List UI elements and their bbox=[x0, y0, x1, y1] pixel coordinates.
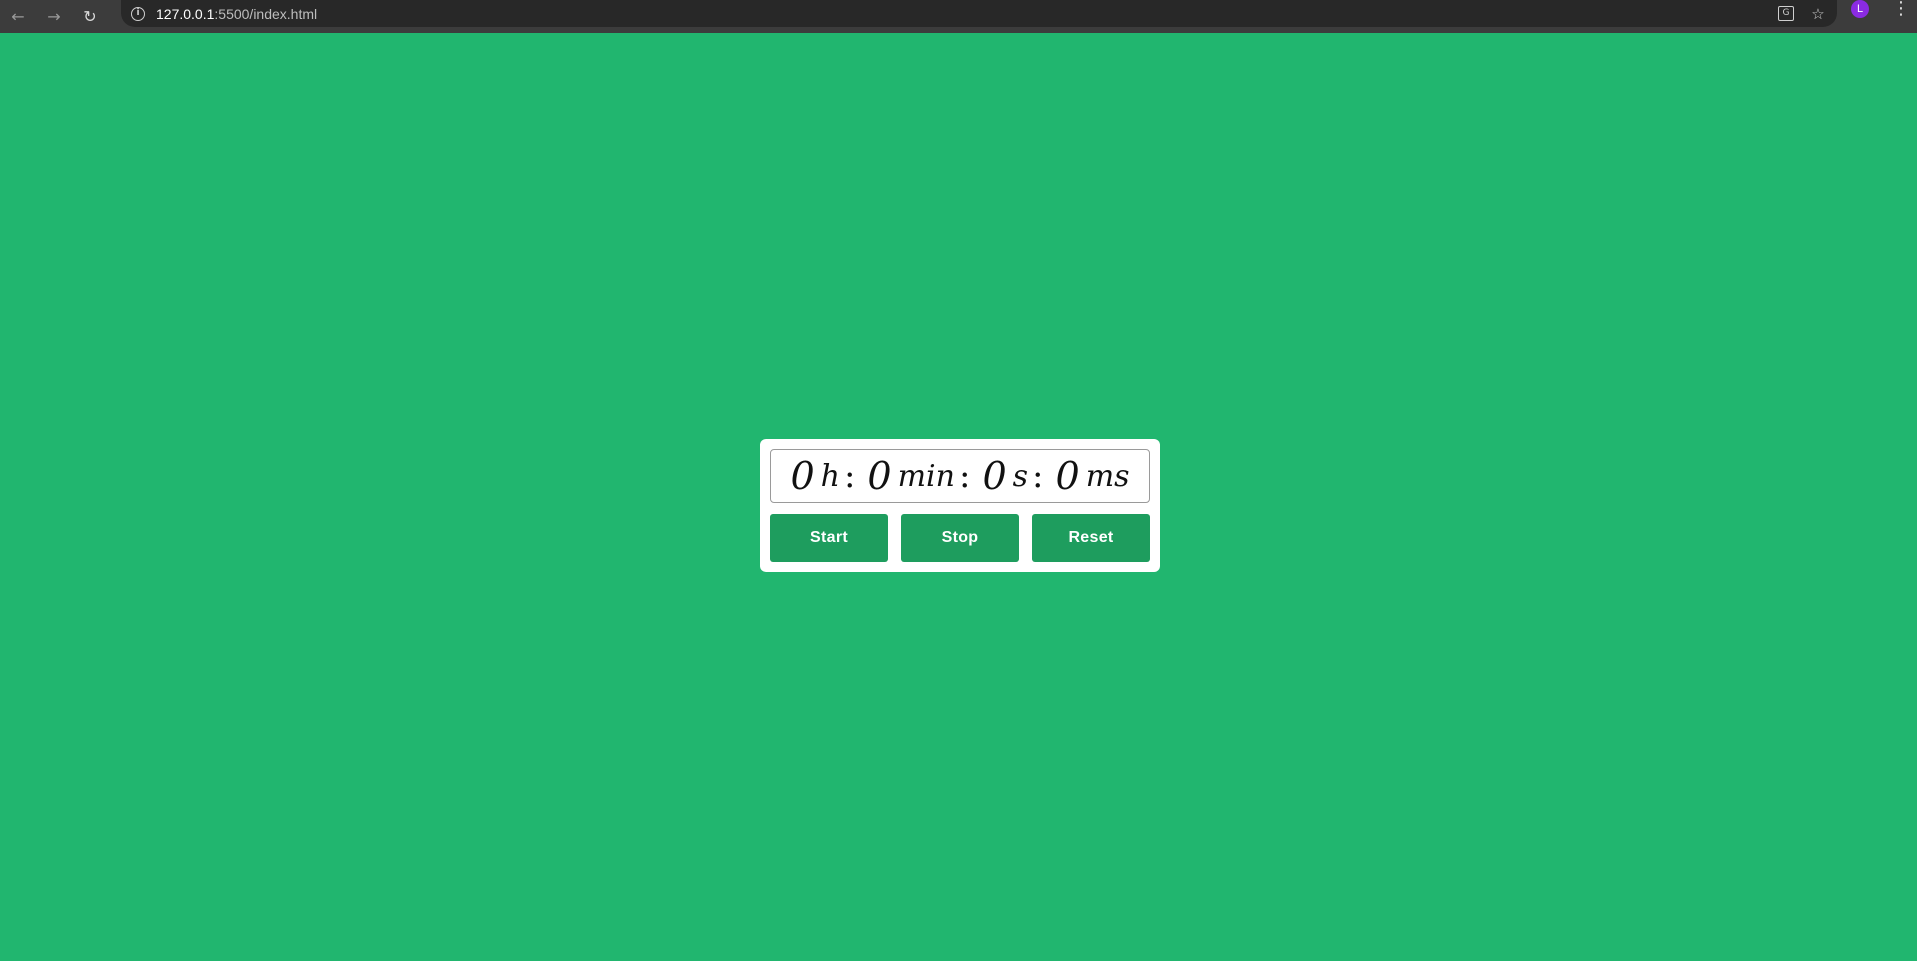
hours-unit: h bbox=[820, 458, 840, 494]
translate-icon[interactable]: G bbox=[1777, 5, 1795, 23]
hours-value: 0 bbox=[790, 454, 815, 498]
minutes-unit: min bbox=[897, 458, 955, 494]
forward-icon[interactable]: → bbox=[36, 0, 72, 33]
back-icon[interactable]: ← bbox=[0, 0, 36, 33]
profile-avatar[interactable]: L bbox=[1851, 0, 1869, 18]
time-display: 0 h : 0 min : 0 s : 0 ms bbox=[770, 449, 1150, 503]
reset-button[interactable]: Reset bbox=[1032, 514, 1150, 562]
reload-icon[interactable]: ↻ bbox=[72, 0, 108, 33]
url-text[interactable]: 127.0.0.1:5500/index.html bbox=[156, 6, 317, 22]
stopwatch-card: 0 h : 0 min : 0 s : 0 ms Start Stop Rese… bbox=[760, 439, 1160, 572]
start-button[interactable]: Start bbox=[770, 514, 888, 562]
site-info-icon[interactable]: i bbox=[129, 5, 147, 23]
more-menu-icon[interactable]: ⋮ bbox=[1889, 0, 1913, 18]
control-buttons: Start Stop Reset bbox=[770, 514, 1150, 562]
address-bar-actions: G ☆ bbox=[1777, 0, 1827, 27]
url-path: :5500/index.html bbox=[214, 5, 318, 22]
browser-toolbar: ← → ↻ i 127.0.0.1:5500/index.html G ☆ L … bbox=[0, 0, 1917, 33]
milliseconds-value: 0 bbox=[1055, 454, 1080, 498]
stop-button[interactable]: Stop bbox=[901, 514, 1019, 562]
separator: : bbox=[958, 456, 971, 496]
milliseconds-unit: ms bbox=[1085, 458, 1130, 494]
separator: : bbox=[1032, 456, 1044, 496]
seconds-value: 0 bbox=[982, 454, 1007, 498]
separator: : bbox=[843, 456, 856, 496]
seconds-unit: s bbox=[1012, 458, 1029, 494]
minutes-value: 0 bbox=[867, 454, 892, 498]
url-host: 127.0.0.1 bbox=[156, 5, 215, 22]
bookmark-star-icon[interactable]: ☆ bbox=[1809, 5, 1827, 23]
address-bar[interactable]: i 127.0.0.1:5500/index.html G ☆ bbox=[121, 0, 1837, 27]
